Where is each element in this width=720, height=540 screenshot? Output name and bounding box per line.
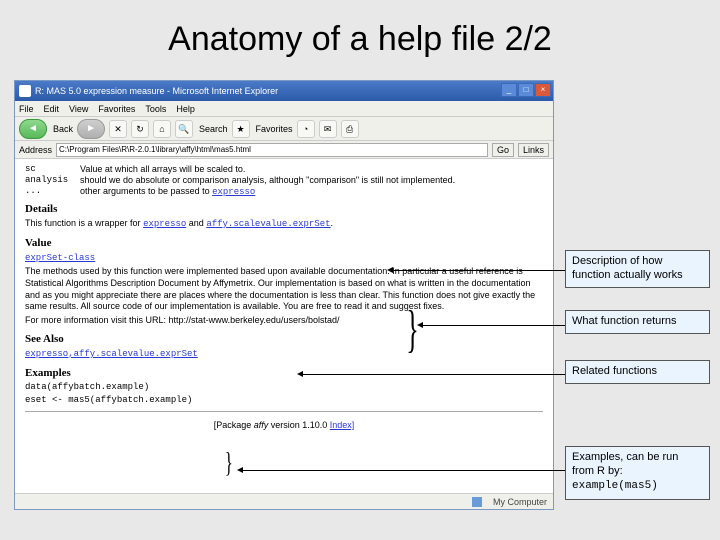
menu-view[interactable]: View (69, 104, 88, 114)
back-button[interactable]: ◄ (19, 119, 47, 139)
status-zone: My Computer (493, 497, 547, 507)
links-button[interactable]: Links (518, 143, 549, 157)
arg-desc: Value at which all arrays will be scaled… (80, 164, 543, 174)
back-label: Back (53, 124, 73, 134)
close-button[interactable]: × (535, 83, 551, 97)
arrow-icon (390, 270, 565, 271)
brace-icon: } (225, 448, 233, 480)
section-details: Details (25, 203, 543, 215)
home-button[interactable]: ⌂ (153, 120, 171, 138)
menu-help[interactable]: Help (176, 104, 195, 114)
arg-name: sc (25, 164, 80, 174)
titlebar: R: MAS 5.0 expression measure - Microsof… (15, 81, 553, 101)
menu-favorites[interactable]: Favorites (98, 104, 135, 114)
affy-scalevalue-link[interactable]: affy.scalevalue.exprSet (206, 219, 330, 229)
computer-icon (472, 497, 482, 507)
favorites-icon[interactable]: ★ (232, 120, 250, 138)
callout-details: Description of how function actually wor… (565, 250, 710, 288)
go-button[interactable]: Go (492, 143, 514, 157)
callout-seealso: Related functions (565, 360, 710, 384)
arg-row: analysis should we do absolute or compar… (25, 175, 543, 185)
menu-file[interactable]: File (19, 104, 34, 114)
search-icon[interactable]: 🔍 (175, 120, 193, 138)
print-button[interactable]: ⎙ (341, 120, 359, 138)
maximize-button[interactable]: □ (518, 83, 534, 97)
expresso-link[interactable]: expresso (143, 219, 186, 229)
arg-name: analysis (25, 175, 80, 185)
expresso-link[interactable]: expresso (212, 187, 255, 197)
section-seealso: See Also (25, 333, 543, 345)
favorites-label: Favorites (256, 124, 293, 134)
example-line: data(affybatch.example) (25, 382, 543, 394)
search-label: Search (199, 124, 228, 134)
arrow-icon (300, 374, 565, 375)
ie-icon (19, 85, 31, 97)
forward-button[interactable]: ► (77, 119, 105, 139)
details-text: This function is a wrapper for expresso … (25, 218, 543, 231)
mail-button[interactable]: ✉ (319, 120, 337, 138)
slide-title: Anatomy of a help file 2/2 (0, 20, 720, 59)
address-input[interactable] (56, 143, 488, 157)
arrow-icon (240, 470, 565, 471)
arg-name: ... (25, 186, 80, 197)
index-link[interactable]: Index] (330, 420, 355, 430)
status-bar: My Computer (15, 493, 553, 509)
address-bar: Address Go Links (15, 141, 553, 159)
brace-icon: } (406, 300, 418, 359)
exprset-link[interactable]: exprSet-class (25, 253, 95, 263)
package-footer: [Package affy version 1.10.0 Index] (25, 420, 543, 432)
arg-desc: other arguments to be passed to expresso (80, 186, 543, 197)
arg-desc: should we do absolute or comparison anal… (80, 175, 543, 185)
browser-window: R: MAS 5.0 expression measure - Microsof… (14, 80, 554, 510)
window-controls: _ □ × (501, 83, 551, 97)
arg-row: ... other arguments to be passed to expr… (25, 186, 543, 197)
value-paragraph: The methods used by this function were i… (25, 266, 543, 313)
menu-edit[interactable]: Edit (44, 104, 60, 114)
section-value: Value (25, 237, 543, 249)
minimize-button[interactable]: _ (501, 83, 517, 97)
menubar: File Edit View Favorites Tools Help (15, 101, 553, 117)
toolbar: ◄ Back ► ✕ ↻ ⌂ 🔍 Search ★ Favorites ◔ ✉ … (15, 117, 553, 141)
seealso-links[interactable]: expresso,affy.scalevalue.exprSet (25, 349, 198, 359)
arg-row: sc Value at which all arrays will be sca… (25, 164, 543, 174)
menu-tools[interactable]: Tools (145, 104, 166, 114)
section-examples: Examples (25, 367, 543, 379)
address-label: Address (19, 145, 52, 155)
arrow-icon (420, 325, 565, 326)
refresh-button[interactable]: ↻ (131, 120, 149, 138)
divider (25, 411, 543, 412)
history-button[interactable]: ◔ (297, 120, 315, 138)
stop-button[interactable]: ✕ (109, 120, 127, 138)
callout-examples: Examples, can be run from R by: example(… (565, 446, 710, 500)
example-line: eset <- mas5(affybatch.example) (25, 395, 543, 407)
window-title: R: MAS 5.0 expression measure - Microsof… (35, 86, 278, 96)
callout-value: What function returns (565, 310, 710, 334)
